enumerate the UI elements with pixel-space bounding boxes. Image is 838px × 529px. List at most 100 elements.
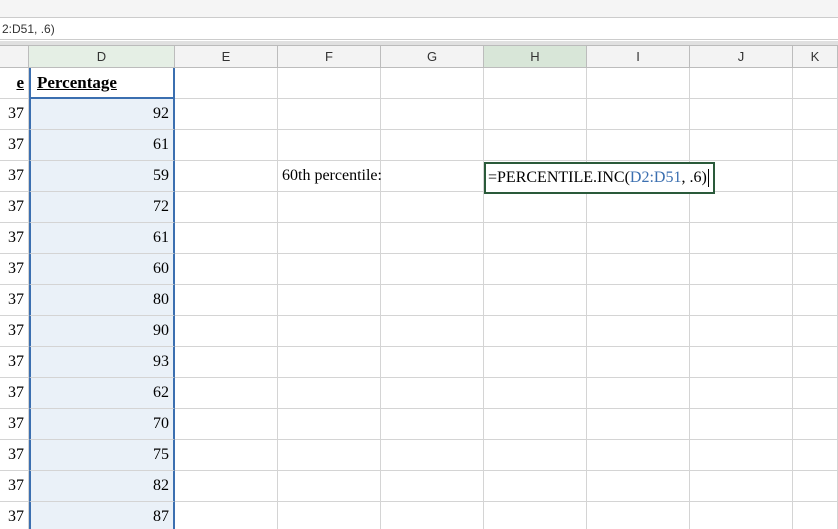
- cell-percentage[interactable]: 75: [29, 440, 175, 471]
- cell[interactable]: [381, 192, 484, 223]
- cell[interactable]: [690, 99, 793, 130]
- cell[interactable]: [587, 440, 690, 471]
- cell[interactable]: [690, 347, 793, 378]
- cell[interactable]: [484, 254, 587, 285]
- cell[interactable]: [381, 68, 484, 99]
- cell-col-c[interactable]: 37: [0, 440, 29, 471]
- cell[interactable]: [484, 378, 587, 409]
- cell[interactable]: [484, 68, 587, 99]
- cell[interactable]: [278, 440, 381, 471]
- cell[interactable]: [690, 502, 793, 529]
- cell[interactable]: [175, 502, 278, 529]
- cell-percentage[interactable]: 93: [29, 347, 175, 378]
- cell[interactable]: [690, 378, 793, 409]
- cell[interactable]: [690, 471, 793, 502]
- cell[interactable]: [175, 440, 278, 471]
- cell-percentage[interactable]: 82: [29, 471, 175, 502]
- cell[interactable]: [278, 254, 381, 285]
- cell[interactable]: [175, 130, 278, 161]
- col-header-D[interactable]: D: [29, 46, 175, 67]
- cell[interactable]: [793, 409, 838, 440]
- cell[interactable]: [587, 316, 690, 347]
- cell[interactable]: [484, 440, 587, 471]
- cell-percentage[interactable]: 60: [29, 254, 175, 285]
- cell-col-c[interactable]: 37: [0, 130, 29, 161]
- cell-col-c[interactable]: 37: [0, 378, 29, 409]
- cell-percentage[interactable]: 80: [29, 285, 175, 316]
- cell[interactable]: [175, 316, 278, 347]
- cell-col-c[interactable]: 37: [0, 161, 29, 192]
- cell[interactable]: [278, 68, 381, 99]
- col-header-G[interactable]: G: [381, 46, 484, 67]
- cell[interactable]: [587, 254, 690, 285]
- cell[interactable]: [175, 409, 278, 440]
- cell[interactable]: [278, 502, 381, 529]
- cell-percentage[interactable]: 72: [29, 192, 175, 223]
- cell[interactable]: [690, 409, 793, 440]
- cell[interactable]: [793, 502, 838, 529]
- cell[interactable]: [587, 192, 690, 223]
- cell[interactable]: [484, 409, 587, 440]
- cell[interactable]: [278, 316, 381, 347]
- cell[interactable]: 60th percentile:: [278, 161, 381, 192]
- cell[interactable]: [278, 471, 381, 502]
- cell[interactable]: [278, 130, 381, 161]
- cell[interactable]: [793, 316, 838, 347]
- col-header-K[interactable]: K: [793, 46, 838, 67]
- cell-percentage[interactable]: 62: [29, 378, 175, 409]
- cell[interactable]: [381, 254, 484, 285]
- cell[interactable]: [793, 285, 838, 316]
- cell-percentage[interactable]: 61: [29, 130, 175, 161]
- cell[interactable]: [690, 68, 793, 99]
- cell[interactable]: [278, 378, 381, 409]
- cell[interactable]: [175, 285, 278, 316]
- cell[interactable]: [587, 347, 690, 378]
- cell-header-percentage[interactable]: Percentage: [29, 68, 175, 99]
- cell[interactable]: [793, 347, 838, 378]
- cell-col-c[interactable]: 37: [0, 502, 29, 529]
- cell-percentage[interactable]: 90: [29, 316, 175, 347]
- cell[interactable]: [381, 316, 484, 347]
- cell[interactable]: [175, 254, 278, 285]
- cell[interactable]: [175, 347, 278, 378]
- cell[interactable]: [793, 254, 838, 285]
- col-header-F[interactable]: F: [278, 46, 381, 67]
- cell[interactable]: [690, 285, 793, 316]
- cell[interactable]: [793, 471, 838, 502]
- cell[interactable]: [793, 68, 838, 99]
- cell[interactable]: [381, 409, 484, 440]
- cell[interactable]: [484, 316, 587, 347]
- cell[interactable]: [587, 223, 690, 254]
- col-header-E[interactable]: E: [175, 46, 278, 67]
- cell[interactable]: [690, 254, 793, 285]
- cell[interactable]: [484, 471, 587, 502]
- formula-edit-box[interactable]: =PERCENTILE.INC(D2:D51, .6): [484, 162, 715, 194]
- cell[interactable]: [381, 99, 484, 130]
- cell[interactable]: [587, 68, 690, 99]
- cell[interactable]: [278, 223, 381, 254]
- cell-percentage[interactable]: 61: [29, 223, 175, 254]
- cell[interactable]: [484, 223, 587, 254]
- cell[interactable]: [381, 378, 484, 409]
- cell[interactable]: [793, 223, 838, 254]
- cell[interactable]: [793, 161, 838, 192]
- cell[interactable]: [793, 192, 838, 223]
- cell[interactable]: [381, 471, 484, 502]
- cell[interactable]: [587, 99, 690, 130]
- cell[interactable]: [175, 192, 278, 223]
- cell[interactable]: [587, 471, 690, 502]
- col-header-I[interactable]: I: [587, 46, 690, 67]
- cell[interactable]: [793, 378, 838, 409]
- cell-percentage[interactable]: 92: [29, 99, 175, 130]
- cell[interactable]: [278, 409, 381, 440]
- cell[interactable]: [175, 161, 278, 192]
- cell[interactable]: [381, 502, 484, 529]
- cell[interactable]: [381, 223, 484, 254]
- cell-percentage[interactable]: 70: [29, 409, 175, 440]
- cell[interactable]: [690, 440, 793, 471]
- cell[interactable]: [381, 161, 484, 192]
- cell[interactable]: [175, 99, 278, 130]
- cell-col-c[interactable]: 37: [0, 192, 29, 223]
- cell[interactable]: [175, 68, 278, 99]
- cell[interactable]: [690, 192, 793, 223]
